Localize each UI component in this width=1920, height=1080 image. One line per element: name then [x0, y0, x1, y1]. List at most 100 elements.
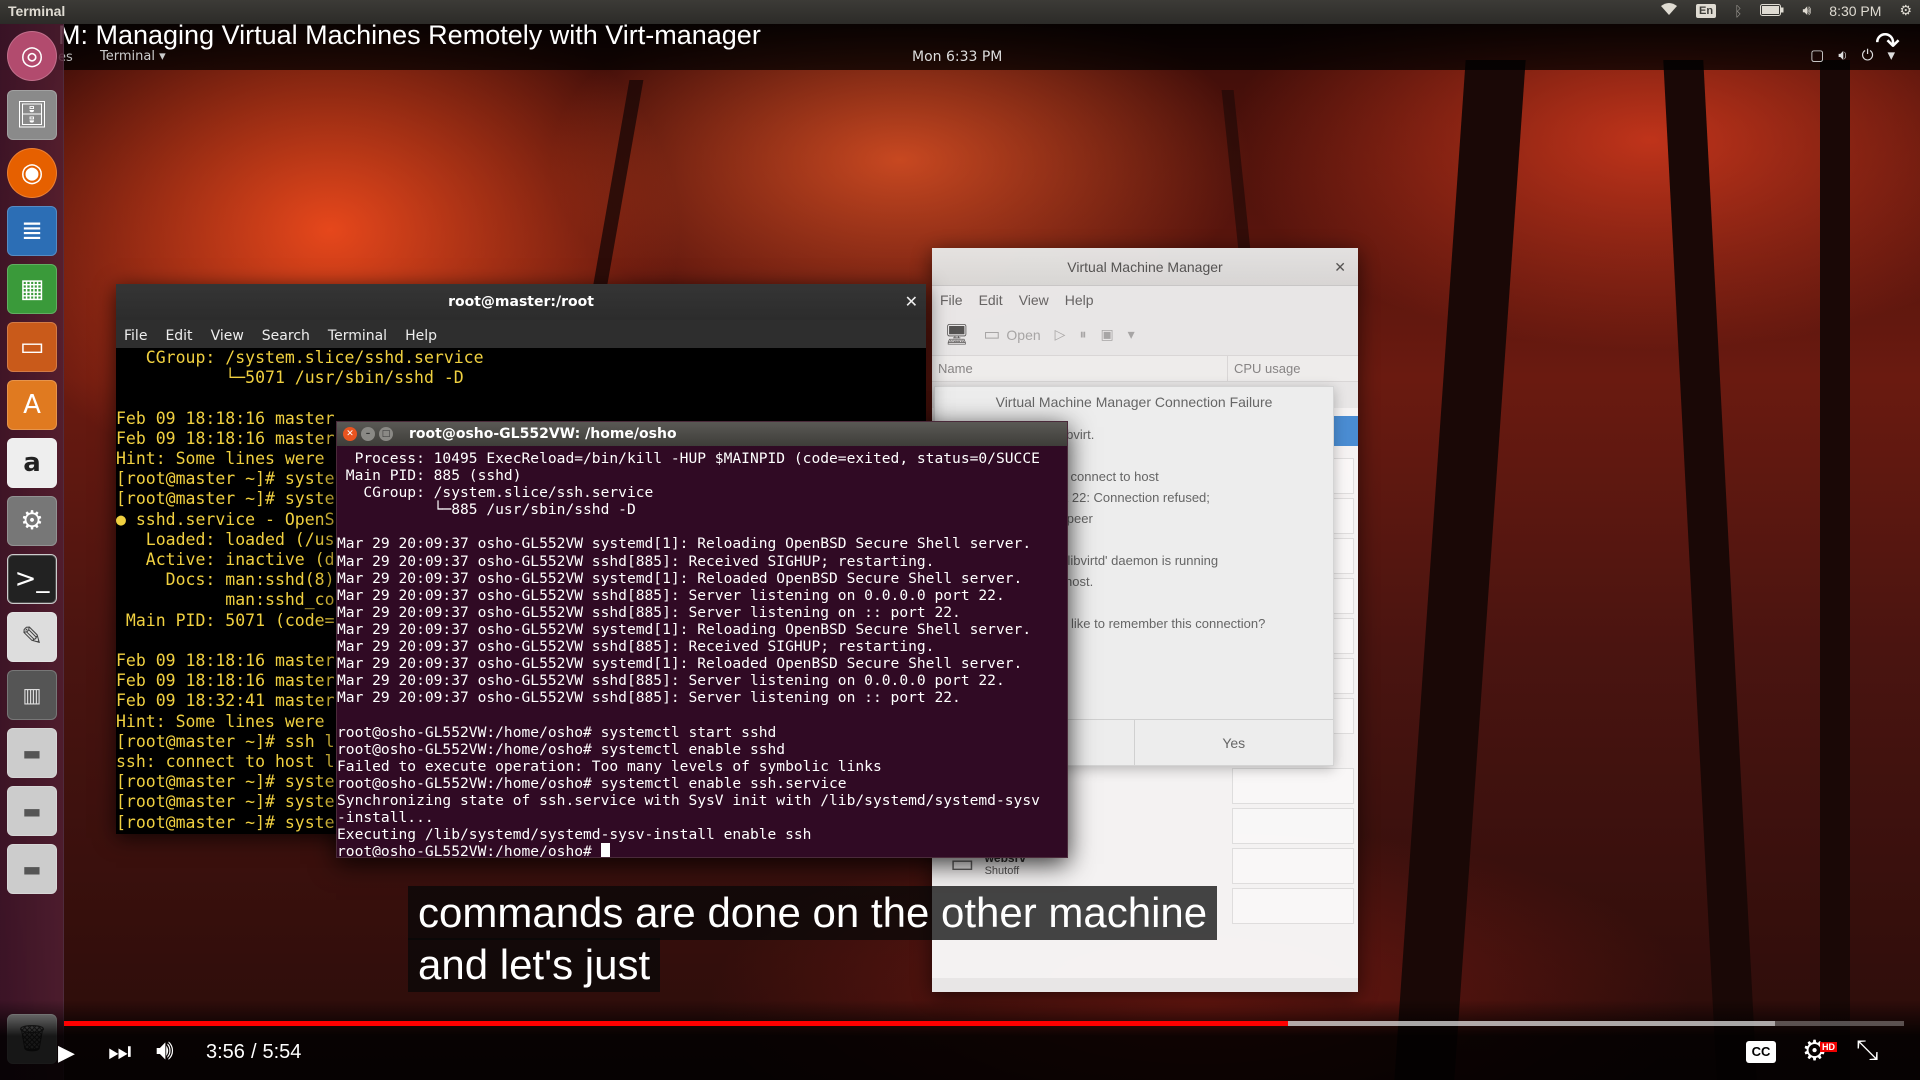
drive-icon[interactable]: ▬ [7, 786, 57, 836]
cpu-graph-cell [1232, 848, 1354, 884]
terminal-line: Executing /lib/systemd/systemd-sysv-inst… [337, 826, 812, 844]
new-vm-icon[interactable]: 🖥︎ [944, 322, 969, 347]
close-icon[interactable]: ✕ [1334, 248, 1346, 286]
terminal-line: man:sshd_co [116, 590, 335, 610]
panel-clock[interactable]: 8:30 PM [1829, 3, 1881, 19]
next-icon[interactable]: ⏭ [108, 1036, 131, 1068]
terminal-line: [root@master ~]# syste [116, 812, 335, 832]
volume-icon[interactable]: 🔊︎ [1802, 2, 1811, 19]
battery-icon[interactable] [1760, 3, 1784, 19]
column-cpu-usage[interactable]: CPU usage [1228, 356, 1306, 381]
volume-icon[interactable]: 🔊︎ [156, 1034, 174, 1067]
impress-icon[interactable]: ▭ [7, 322, 57, 372]
terminal-line: Feb 09 18:32:41 master [116, 691, 335, 711]
calc-icon[interactable]: ▦ [7, 264, 57, 314]
play-icon[interactable]: ▶ [58, 1040, 75, 1066]
player-controls [0, 1000, 1920, 1080]
terminal-line: Mar 29 20:09:37 osho-GL552VW sshd[885]: … [337, 689, 961, 707]
terminal-line: Mar 29 20:09:37 osho-GL552VW sshd[885]: … [337, 603, 961, 621]
osho-terminal-titlebar[interactable]: ✕ – □ root@osho-GL552VW: /home/osho [337, 422, 1067, 446]
cc-button[interactable]: CC [1746, 1041, 1776, 1063]
maximize-icon[interactable]: □ [379, 427, 393, 441]
terminal-line: [root@master ~]# syste [116, 792, 335, 812]
terminal-icon[interactable]: >_ [7, 554, 57, 604]
caption-line-1: commands are done on the other machine [408, 886, 1218, 940]
amazon-icon[interactable]: a [7, 438, 57, 488]
time-total: 5:54 [262, 1041, 302, 1063]
vmm-list-header: Name CPU usage [932, 356, 1358, 382]
share-icon[interactable]: ↷ [1875, 26, 1900, 61]
drive-icon[interactable]: ▬ [7, 844, 57, 894]
time-separator: / [250, 1041, 257, 1063]
osho-terminal-output[interactable]: Process: 10495 ExecReload=/bin/kill -HUP… [337, 446, 1067, 857]
wifi-icon[interactable] [1660, 2, 1678, 19]
terminal-line: CGroup: /system.slice/ssh.service [337, 484, 654, 502]
terminal-line: Process: 10495 ExecReload=/bin/kill -HUP… [337, 450, 1040, 467]
progress-bar[interactable] [64, 1021, 1904, 1026]
terminal-line: [root@master ~]# syste [116, 489, 335, 509]
terminal-line: [root@master ~]# syste [116, 772, 335, 792]
terminal-line: Synchronizing state of ssh.service with … [337, 791, 1040, 809]
keyboard-layout-indicator[interactable]: En [1696, 3, 1717, 18]
active-app-name: Terminal [8, 3, 66, 19]
time-display: 3:56 / 5:54 [206, 1041, 301, 1064]
caption-line-2: and let's just [408, 938, 661, 992]
shutdown-icon[interactable]: ▣ [1100, 326, 1113, 343]
terminal-line: Mar 29 20:09:37 osho-GL552VW systemd[1]:… [337, 620, 1032, 638]
video-title[interactable]: M: Managing Virtual Machines Remotely wi… [58, 20, 761, 51]
minimize-icon[interactable]: – [361, 427, 375, 441]
terminal-line: Hint: Some lines were [116, 449, 335, 469]
vmm-titlebar[interactable]: Virtual Machine Manager ✕ [932, 248, 1358, 286]
terminal-line: └─885 /usr/sbin/sshd -D [337, 501, 636, 519]
chevron-down-icon[interactable]: ▾ [1128, 326, 1135, 343]
terminal-line: -install... [337, 808, 434, 826]
terminal-line: Hint: Some lines were [116, 711, 335, 731]
ubuntu-dash-icon[interactable]: ◎ [7, 31, 57, 81]
vmm-menu-file[interactable]: File [940, 292, 963, 308]
terminal-line: Feb 09 18:18:16 master [116, 408, 335, 428]
dialog-line: 'libvirtd' daemon is running [1065, 553, 1219, 568]
menu-help[interactable]: Help [405, 328, 437, 348]
play-icon[interactable]: ▷ [1055, 326, 1066, 343]
terminal-line: Main PID: 885 (sshd) [337, 467, 522, 485]
menu-terminal[interactable]: Terminal [328, 328, 387, 348]
terminal-line: Failed to execute operation: Too many le… [337, 757, 882, 775]
master-terminal-titlebar[interactable]: root@master:/root ✕ [116, 284, 926, 320]
software-center-icon[interactable]: A [7, 380, 57, 430]
monitor-icon: ▭ [983, 324, 1001, 344]
open-button[interactable]: ▭ Open [983, 324, 1040, 345]
menu-file[interactable]: File [124, 328, 147, 348]
close-icon[interactable]: ✕ [905, 284, 918, 320]
dialog-line: host. [1065, 574, 1094, 589]
terminal-cursor [600, 843, 610, 857]
progress-played [64, 1021, 1288, 1026]
terminal-line: [root@master ~]# syste [116, 469, 335, 489]
menu-view[interactable]: View [211, 328, 244, 348]
vmm-menu-view[interactable]: View [1019, 292, 1049, 308]
menu-edit[interactable]: Edit [165, 328, 192, 348]
drive-icon[interactable]: ▬ [7, 728, 57, 778]
terminal-line: Mar 29 20:09:37 osho-GL552VW systemd[1]:… [337, 655, 1023, 673]
bluetooth-icon[interactable]: ᛒ [1734, 3, 1742, 19]
firefox-icon[interactable]: ◉ [7, 148, 57, 198]
close-icon[interactable]: ✕ [343, 427, 357, 441]
terminal-line: CGroup: /system.slice/sshd.service [116, 348, 484, 367]
exit-fullscreen-icon[interactable]: ⤡ [1856, 1034, 1878, 1067]
terminal-line: ssh: connect to host l [116, 752, 335, 772]
system-settings-icon[interactable]: ⚙ [7, 496, 57, 546]
vmm-menu-edit[interactable]: Edit [979, 292, 1003, 308]
virt-manager-icon[interactable]: ▥ [7, 670, 57, 720]
files-icon[interactable]: 🗄︎ [7, 90, 57, 140]
terminal-line: └─5071 /usr/sbin/sshd -D [116, 368, 464, 388]
pause-icon[interactable]: ⏸ [1079, 326, 1086, 343]
time-current: 3:56 [206, 1041, 245, 1063]
gear-icon[interactable]: ⚙ [1899, 2, 1912, 19]
cpu-graph-cell [1232, 768, 1354, 804]
writer-icon[interactable]: ≣ [7, 206, 57, 256]
yes-button[interactable]: Yes [1135, 720, 1334, 765]
text-editor-icon[interactable]: ✎ [7, 612, 57, 662]
vmm-menu-help[interactable]: Help [1065, 292, 1094, 308]
column-name[interactable]: Name [932, 356, 1228, 381]
osho-terminal-title: root@osho-GL552VW: /home/osho [409, 426, 677, 442]
menu-search[interactable]: Search [262, 328, 310, 348]
